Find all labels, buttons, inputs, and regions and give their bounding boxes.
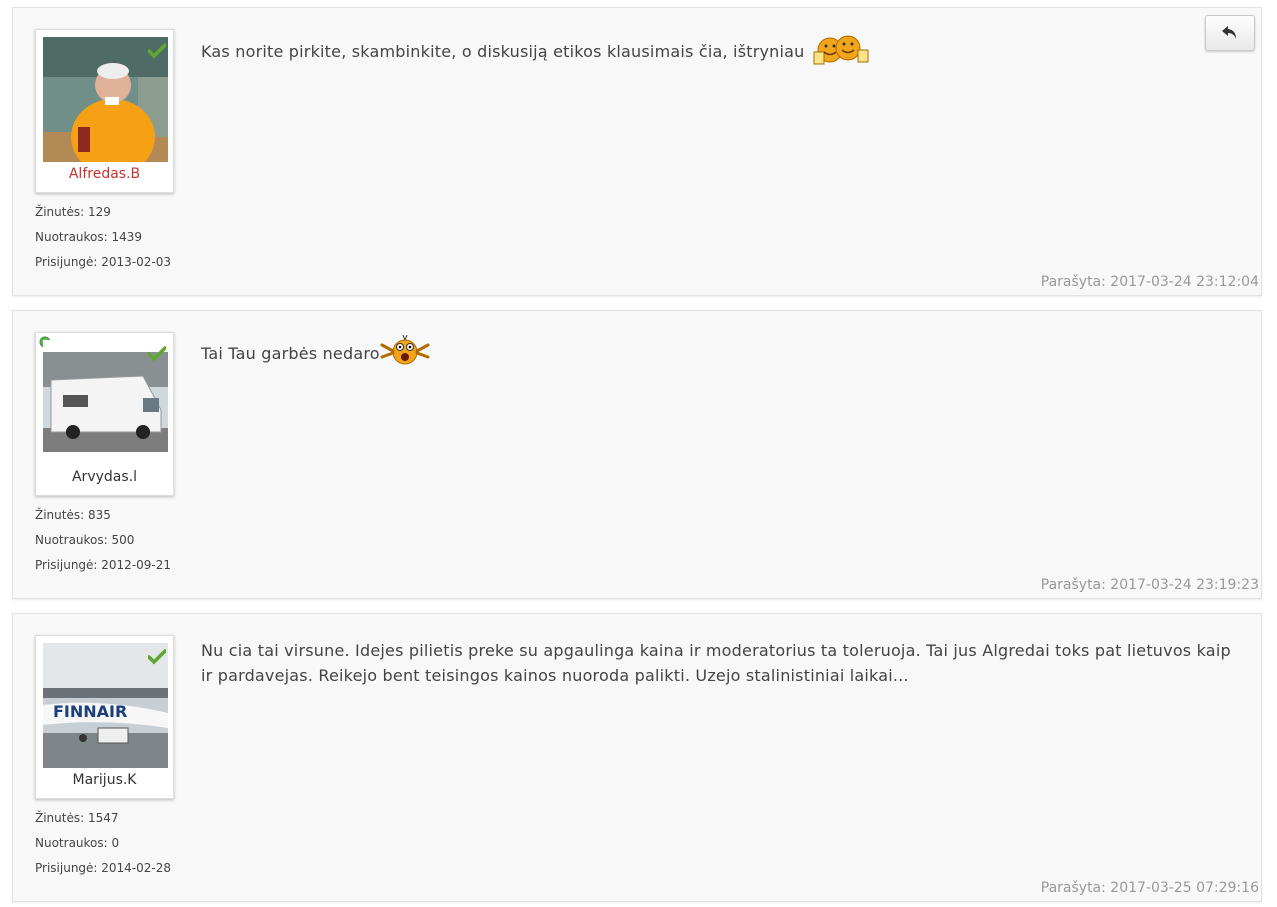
join-date: Prisijungė: 2012-09-21 [35,558,172,572]
post-message: Kas norite pirkite, skambinkite, o disku… [201,32,1231,73]
username[interactable]: Marijus.K [36,772,173,788]
message-count: Žinutės: 835 [35,508,111,522]
post-message: Nu cia tai virsune. Idejes pilietis prek… [201,638,1231,688]
photo-count: Nuotraukos: 500 [35,533,135,547]
post-text: Nu cia tai virsune. Idejes pilietis prek… [201,641,1231,685]
reply-arrow-icon [1222,26,1236,39]
avatar[interactable] [43,37,168,162]
check-icon [148,649,166,665]
post-message: Tai Tau garbės nedaro [201,334,1231,374]
user-stats: Žinutės: 129 Nuotraukos: 1439 Prisijungė… [35,204,171,279]
shocked-emoji [380,334,430,374]
post-timestamp: Parašyta: 2017-03-24 23:12:04 [1040,274,1259,290]
username[interactable]: Arvydas.l [36,469,173,485]
username[interactable]: Alfredas.B [36,166,173,182]
user-card[interactable]: Arvydas.l [35,332,174,496]
post-text: Tai Tau garbės nedaro [201,344,380,363]
post-text: Kas norite pirkite, skambinkite, o disku… [201,42,805,61]
photo-count: Nuotraukos: 1439 [35,230,143,244]
avatar[interactable] [43,340,168,465]
forum-post: FINNAIR Marijus.K Žinutės: 1547 Nuotrauk… [12,613,1262,902]
post-timestamp: Parašyta: 2017-03-25 07:29:16 [1040,880,1259,896]
message-count: Žinutės: 129 [35,205,111,219]
user-stats: Žinutės: 1547 Nuotraukos: 0 Prisijungė: … [35,810,171,885]
join-date: Prisijungė: 2013-02-03 [35,255,172,269]
reply-button[interactable] [1205,15,1255,51]
svg-text:FINNAIR: FINNAIR [53,702,127,721]
check-icon [148,346,166,362]
forum-post: Arvydas.l Žinutės: 835 Nuotraukos: 500 P… [12,310,1262,599]
user-card[interactable]: Alfredas.B [35,29,174,193]
post-timestamp: Parašyta: 2017-03-24 23:19:23 [1040,577,1259,593]
message-count: Žinutės: 1547 [35,811,119,825]
join-date: Prisijungė: 2014-02-28 [35,861,172,875]
user-card[interactable]: FINNAIR Marijus.K [35,635,174,799]
avatar[interactable]: FINNAIR [43,643,168,768]
forum-post: Alfredas.B Žinutės: 129 Nuotraukos: 1439… [12,7,1262,296]
user-stats: Žinutės: 835 Nuotraukos: 500 Prisijungė:… [35,507,171,582]
beer-cheers-emoji [810,32,872,73]
check-icon [148,43,166,59]
photo-count: Nuotraukos: 0 [35,836,120,850]
